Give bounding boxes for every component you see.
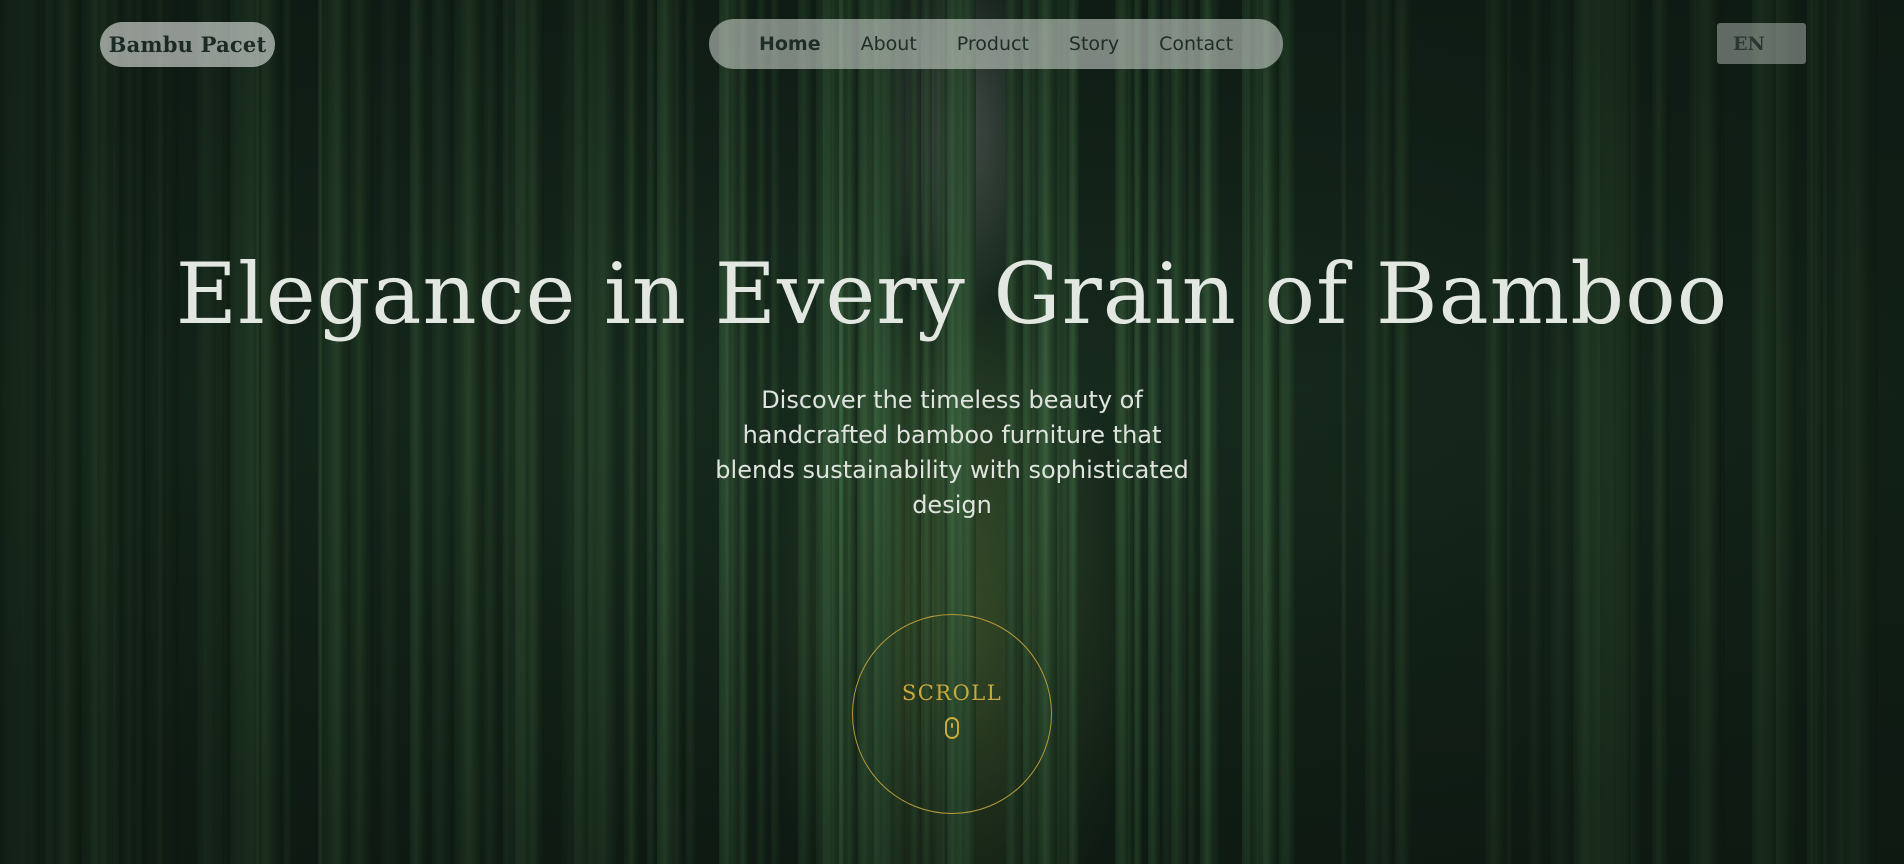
nav-item-contact[interactable]: Contact <box>1139 33 1253 55</box>
main-nav: Home About Product Story Contact <box>709 19 1283 69</box>
brand-logo[interactable]: Bambu Pacet <box>100 22 275 67</box>
scroll-label: SCROLL <box>901 681 1003 705</box>
mouse-icon <box>945 717 959 739</box>
hero-subtitle: Discover the timeless beauty of handcraf… <box>715 386 1189 519</box>
language-selector[interactable]: EN <box>1717 23 1806 64</box>
scroll-down-button[interactable]: SCROLL <box>852 614 1052 814</box>
nav-item-story[interactable]: Story <box>1049 33 1139 55</box>
nav-item-about[interactable]: About <box>841 33 937 55</box>
hero-section: Bambu Pacet Home About Product Story Con… <box>0 0 1904 864</box>
hero-headline: Elegance in Every Grain of Bamboo <box>175 245 1729 343</box>
nav-item-home[interactable]: Home <box>739 33 841 55</box>
nav-item-product[interactable]: Product <box>937 33 1049 55</box>
